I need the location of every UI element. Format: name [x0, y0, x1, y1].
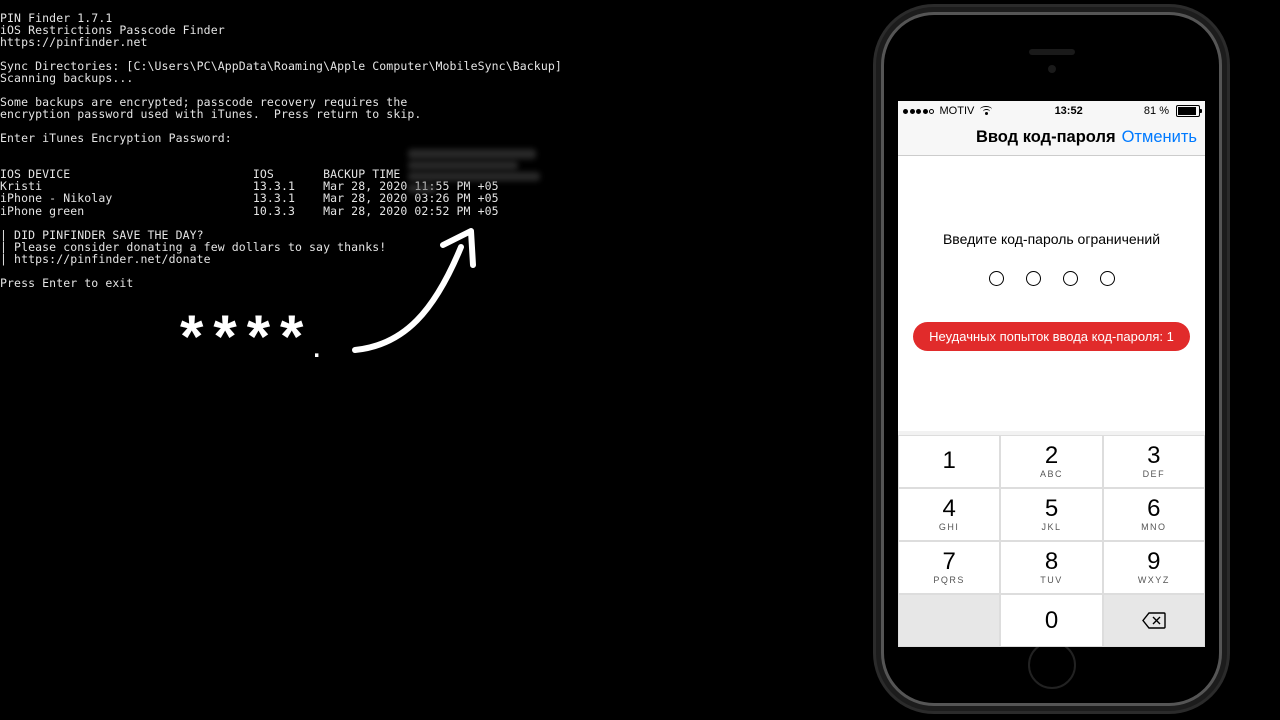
key-blank-left [898, 594, 1000, 647]
carrier: MOTIV [940, 105, 975, 117]
arrow-pointer-icon [345, 225, 490, 360]
screen: MOTIV 13:52 81 % Ввод код-пароля Отменит… [898, 101, 1205, 647]
passcode-pips [898, 271, 1205, 286]
key-8[interactable]: 8TUV [1000, 541, 1102, 594]
key-6[interactable]: 6MNO [1103, 488, 1205, 541]
home-button[interactable] [1028, 641, 1076, 689]
cancel-button[interactable]: Отменить [1122, 128, 1197, 147]
number-keypad: 1 2ABC 3DEF 4GHI 5JKL 6MNO 7PQRS 8TUV 9W… [898, 435, 1205, 647]
key-4[interactable]: 4GHI [898, 488, 1000, 541]
redacted-row1 [408, 161, 518, 170]
redacted-row3 [408, 184, 436, 193]
key-2[interactable]: 2ABC [1000, 435, 1102, 488]
key-0[interactable]: 0 [1000, 594, 1102, 647]
key-backspace[interactable] [1103, 594, 1205, 647]
key-7[interactable]: 7PQRS [898, 541, 1000, 594]
iphone-frame: MOTIV 13:52 81 % Ввод код-пароля Отменит… [884, 15, 1219, 703]
redacted-row2 [408, 172, 540, 181]
battery-pct: 81 % [1144, 105, 1169, 117]
passcode-prompt: Введите код-пароль ограничений [898, 231, 1205, 247]
battery-icon [1176, 105, 1200, 117]
error-badge: Неудачных попыток ввода код-пароля: 1 [913, 322, 1190, 351]
key-5[interactable]: 5JKL [1000, 488, 1102, 541]
page-title: Ввод код-пароля [976, 128, 1116, 147]
status-time: 13:52 [1055, 105, 1083, 117]
backspace-icon [1142, 612, 1166, 629]
redacted-header [408, 149, 536, 159]
wifi-icon [980, 106, 993, 115]
key-9[interactable]: 9WXYZ [1103, 541, 1205, 594]
key-3[interactable]: 3DEF [1103, 435, 1205, 488]
signal-dots-icon [903, 105, 936, 117]
key-1[interactable]: 1 [898, 435, 1000, 488]
speaker-icon [1029, 49, 1075, 55]
masked-passcode: ****. [180, 302, 320, 371]
nav-bar: Ввод код-пароля Отменить [898, 120, 1205, 156]
front-camera-icon [1048, 65, 1056, 73]
status-bar: MOTIV 13:52 81 % [898, 101, 1205, 120]
